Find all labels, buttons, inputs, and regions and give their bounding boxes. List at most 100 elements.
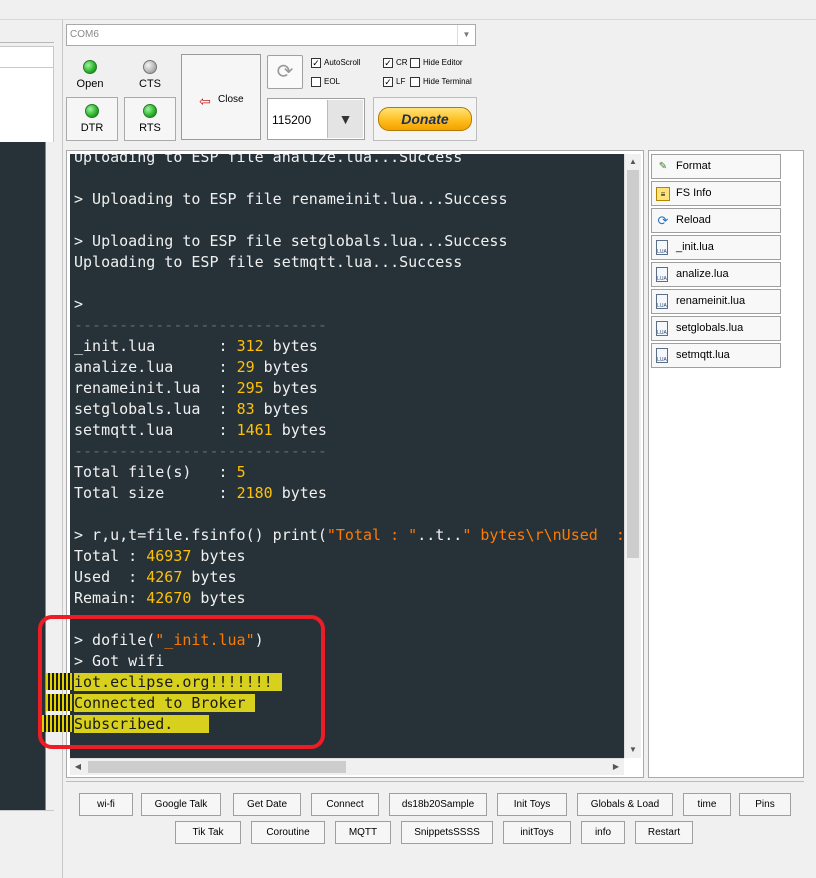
file-button-setmqtt[interactable]: LUA setmqtt.lua [651,343,781,368]
terminal-horizontal-scrollbar[interactable]: ◀ ▶ [70,758,624,775]
eol-checkbox[interactable]: EOL [311,76,340,87]
file-name: setglobals.lua : [74,400,237,418]
command-text: ..t.. [417,526,463,544]
scroll-right-icon[interactable]: ▶ [608,759,624,775]
refresh-icon: ⟳ [276,61,294,83]
close-port-button[interactable]: ⇦ Close [181,54,261,140]
snippet-button-google-talk[interactable]: Google Talk [141,793,221,816]
fsinfo-command-line: > r,u,t=file.fsinfo() print("Total : "..… [74,525,624,546]
terminal-vertical-scrollbar[interactable]: ▲ ▼ [624,154,641,758]
file-button-init[interactable]: LUA _init.lua [651,235,781,260]
reload-button[interactable]: ⟳ Reload [651,208,781,233]
hide-terminal-checkbox[interactable]: Hide Terminal [410,76,472,87]
chevron-down-icon[interactable]: ▼ [457,25,475,45]
snippet-button-get-date[interactable]: Get Date [233,793,301,816]
file-size-line: setmqtt.lua : 1461 bytes [74,420,327,441]
snippet-button-info[interactable]: info [581,821,625,844]
cts-indicator: CTS [124,54,176,98]
hide-editor-label: Hide Editor [423,58,463,67]
cr-checkbox[interactable]: ✓ CR [383,57,408,68]
snippet-button-coroutine[interactable]: Coroutine [251,821,325,844]
fs-total-label: Total : [74,547,147,565]
snippet-button-snippetsssss[interactable]: SnippetsSSSS [401,821,493,844]
chevron-down-icon[interactable]: ▼ [327,100,363,138]
scroll-up-icon[interactable]: ▲ [625,154,641,170]
cts-led-icon [143,60,157,74]
file-size-line: analize.lua : 29 bytes [74,357,309,378]
lf-label: LF [396,77,406,86]
command-text: > r,u,t=file.fsinfo() print( [74,526,327,544]
file-button-analize[interactable]: LUA analize.lua [651,262,781,287]
terminal-separator: ---------------------------- [74,442,327,460]
file-name: renameinit.lua : [74,379,237,397]
total-files-label: Total file(s) : [74,463,237,481]
port-select-value: COM6 [70,29,99,40]
snippet-button-restart[interactable]: Restart [635,821,693,844]
format-icon: ✎ [658,161,668,172]
snippet-button-tik-tak[interactable]: Tik Tak [175,821,241,844]
snippet-button-connect[interactable]: Connect [311,793,379,816]
file-size: 1461 [236,421,273,439]
port-select[interactable]: COM6 ▼ [66,24,476,46]
baud-rate-select[interactable]: 115200 ▼ [267,98,365,140]
reload-icon: ⟳ [657,213,669,228]
autoscroll-checkbox[interactable]: ✓ AutoScroll [311,57,360,68]
fs-remain-line: Remain: 42670 bytes [74,588,246,609]
file-size-unit: bytes [263,379,318,397]
lua-file-icon: LUA [656,348,668,363]
snippet-button-time[interactable]: time [683,793,731,816]
annotation-red-box [38,615,325,749]
reload-label: Reload [676,214,711,226]
file-button-label: setmqtt.lua [676,349,730,361]
disconnect-plug-icon: ⇦ [199,93,211,109]
checkbox-checked-icon: ✓ [383,76,393,87]
lf-checkbox[interactable]: ✓ LF [383,76,405,87]
command-string: "Total : " [326,526,418,544]
total-size-value: 2180 [236,484,273,502]
file-button-label: _init.lua [676,241,714,253]
file-button-label: renameinit.lua [676,295,746,307]
scrollbar-thumb[interactable] [627,170,639,558]
hide-terminal-label: Hide Terminal [423,77,472,86]
scrollbar-thumb[interactable] [88,761,346,773]
snippet-button-init-toys[interactable]: Init Toys [497,793,567,816]
open-label: Open [76,78,104,90]
file-button-setglobals[interactable]: LUA setglobals.lua [651,316,781,341]
file-size-unit: bytes [254,358,309,376]
cts-label: CTS [139,78,161,90]
dtr-label: DTR [80,122,104,134]
open-button[interactable]: Open [64,54,116,98]
cr-label: CR [396,58,408,67]
editor-bottom-bar [0,810,54,840]
snippet-button-globals-load[interactable]: Globals & Load [577,793,673,816]
terminal-separator: ---------------------------- [74,316,327,334]
editor-tab-strip [0,46,54,68]
open-led-icon [83,60,97,74]
terminal-line: > Uploading to ESP file setglobals.lua..… [74,232,508,250]
terminal-line: Uploading to ESP file setmqtt.lua...Succ… [74,253,463,271]
lua-file-icon: LUA [656,321,668,336]
rts-button[interactable]: RTS [124,97,176,141]
hide-editor-checkbox[interactable]: Hide Editor [410,57,463,68]
snippet-button-inittoys[interactable]: initToys [503,821,571,844]
splitter[interactable] [62,20,63,878]
scroll-left-icon[interactable]: ◀ [70,759,86,775]
file-button-renameinit[interactable]: LUA renameinit.lua [651,289,781,314]
checkbox-unchecked-icon [311,76,321,87]
fs-info-label: FS Info [676,187,712,199]
scroll-down-icon[interactable]: ▼ [625,742,641,758]
fs-info-button[interactable]: ≡ FS Info [651,181,781,206]
snippet-button-ds18b20[interactable]: ds18b20Sample [389,793,487,816]
snippet-button-pins[interactable]: Pins [739,793,791,816]
autoscroll-label: AutoScroll [324,58,361,67]
format-button[interactable]: ✎ Format [651,154,781,179]
refresh-ports-button[interactable]: ⟳ [267,55,303,89]
snippet-button-mqtt[interactable]: MQTT [335,821,391,844]
fs-remain-value: 42670 [146,589,192,607]
donate-button[interactable]: Donate [378,107,472,131]
dtr-button[interactable]: DTR [66,97,118,141]
total-files-line: Total file(s) : 5 [74,462,246,483]
snippet-button-wifi[interactable]: wi-fi [79,793,133,816]
file-button-label: analize.lua [676,268,729,280]
fs-total-line: Total : 46937 bytes [74,546,246,567]
